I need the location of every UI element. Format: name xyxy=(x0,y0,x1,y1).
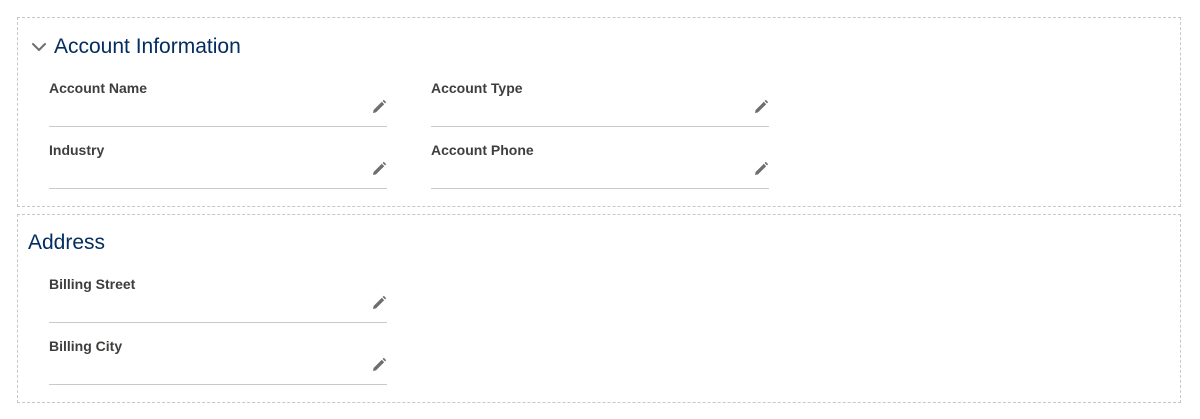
field-value xyxy=(431,163,731,181)
field-industry: Industry xyxy=(49,141,387,189)
field-label: Account Phone xyxy=(431,142,534,158)
field-label: Account Name xyxy=(49,80,148,96)
address-header: Address xyxy=(28,229,105,257)
field-divider xyxy=(49,188,387,189)
field-label: Billing City xyxy=(49,338,123,354)
chevron-down-icon[interactable] xyxy=(30,38,48,56)
field-account-phone: Account Phone xyxy=(431,141,769,189)
field-account-name: Account Name xyxy=(49,79,387,127)
section-title: Address xyxy=(28,231,106,254)
pencil-icon[interactable] xyxy=(371,161,387,177)
field-account-type: Account Type xyxy=(431,79,769,127)
field-value xyxy=(49,101,349,119)
field-divider xyxy=(431,188,769,189)
field-value xyxy=(49,359,349,377)
account-information-section: Account Information Account Name Account… xyxy=(17,17,1181,207)
pencil-icon[interactable] xyxy=(371,99,387,115)
pencil-icon[interactable] xyxy=(371,357,387,373)
field-value xyxy=(431,101,731,119)
field-divider xyxy=(49,384,387,385)
field-label: Billing Street xyxy=(49,276,136,292)
field-value xyxy=(49,297,349,315)
field-label: Industry xyxy=(49,142,105,158)
field-divider xyxy=(49,126,387,127)
address-section: Address Billing Street Billing City xyxy=(17,214,1181,403)
field-value xyxy=(49,163,349,181)
section-title: Account Information xyxy=(54,35,241,58)
account-information-header[interactable]: Account Information xyxy=(30,33,241,61)
field-label: Account Type xyxy=(431,80,523,96)
pencil-icon[interactable] xyxy=(371,295,387,311)
field-divider xyxy=(431,126,769,127)
field-billing-street: Billing Street xyxy=(49,275,387,323)
field-divider xyxy=(49,322,387,323)
field-billing-city: Billing City xyxy=(49,337,387,385)
pencil-icon[interactable] xyxy=(753,161,769,177)
pencil-icon[interactable] xyxy=(753,99,769,115)
